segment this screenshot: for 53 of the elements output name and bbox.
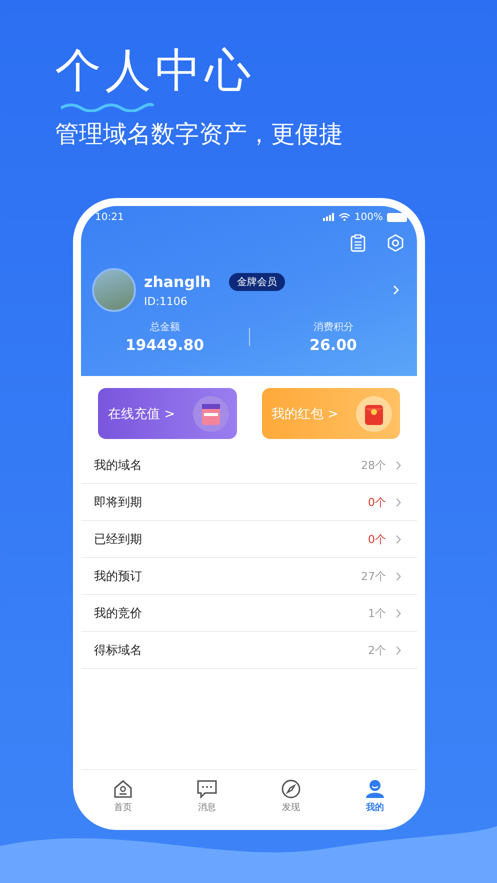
chevron-right-icon [396,534,401,544]
item-count: 0个 [368,494,386,510]
chevron-right-icon [396,646,401,654]
status-time: 10:21 [95,212,124,222]
tab-item[interactable]: 消息 [165,778,249,814]
menu-label: 即将到期 [94,494,143,510]
envelope-icon [356,396,392,432]
menu-label: 我的预订 [94,568,143,584]
stat-label: 总金额 [150,320,180,334]
member-badge: 金牌会员 [228,272,285,290]
item-count: 27个 [361,568,386,584]
user-id: ID:1106 [144,294,188,308]
chevron-right-icon [396,460,401,470]
menu-row[interactable]: 我的竞价 1个 [81,595,417,632]
page-title: 个人中心 [55,42,255,98]
tab-item[interactable]: 首页 [81,778,165,814]
home-icon [113,778,133,798]
signal-icon [323,213,336,221]
menu-label: 我的竞价 [94,604,143,622]
username: zhanglh [144,272,211,290]
wifi-icon [339,213,350,221]
menu-row[interactable]: 我的预订 27个 [81,558,417,595]
menu-label: 我的域名 [94,456,143,474]
page-subtitle: 管理域名数字资产，更便捷 [55,119,343,150]
chevron-right-icon [396,608,401,618]
settings-icon[interactable] [387,234,404,252]
stat-value: 26.00 [310,336,357,354]
menu-label: 得标域名 [94,642,143,658]
tab-item[interactable]: 发现 [249,778,333,814]
menu-label: 已经到期 [94,530,143,548]
battery-percent: 100% [354,212,383,222]
compass-icon [281,778,301,798]
stat-value: 19449.80 [125,336,204,354]
recharge-card[interactable]: 在线充值 > [98,388,236,439]
wallet-icon [192,396,228,432]
menu-row[interactable]: 我的域名 28个 [81,447,417,484]
avatar-photo [92,268,136,312]
menu-row[interactable]: 即将到期 0个 [81,484,417,521]
item-count: 2个 [368,642,386,658]
tab-item[interactable]: 我的 [333,778,417,814]
chevron-right-icon[interactable] [393,285,399,295]
chat-icon [196,778,218,798]
clipboard-icon[interactable] [350,234,366,252]
item-count: 1个 [368,606,386,620]
chevron-right-icon [396,498,401,506]
item-count: 0个 [368,532,386,546]
person-icon [365,778,385,798]
stat-label: 消费积分 [313,320,354,334]
menu-row[interactable]: 已经到期 0个 [81,521,417,558]
battery-icon [387,212,407,222]
chevron-right-icon [396,572,401,580]
menu-row[interactable]: 得标域名 2个 [81,632,417,669]
item-count: 28个 [361,458,386,472]
